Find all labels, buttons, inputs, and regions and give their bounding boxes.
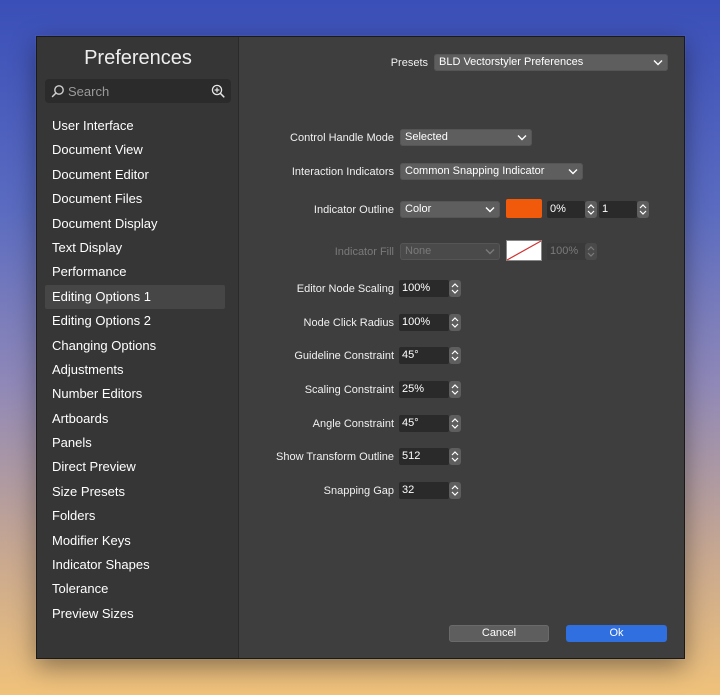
chevron-down-icon — [568, 169, 578, 175]
search-input[interactable] — [68, 83, 208, 99]
sidebar-item-direct-preview[interactable]: Direct Preview — [45, 455, 225, 479]
angle-constraint-label: Angle Constraint — [312, 418, 394, 430]
sidebar-item-number-editors[interactable]: Number Editors — [45, 382, 225, 406]
zoom-in-icon[interactable] — [211, 84, 225, 98]
presets-label: Presets — [390, 57, 428, 69]
search-icon — [51, 85, 64, 98]
indicator-outline-width-stepper[interactable] — [637, 201, 649, 218]
show-transform-outline-label: Show Transform Outline — [276, 451, 394, 463]
snapping-gap-field[interactable]: 32 — [399, 482, 449, 499]
preferences-window: Preferences User Interface Document View… — [36, 36, 685, 659]
guideline-constraint-stepper[interactable] — [449, 347, 461, 364]
control-handle-mode-label: Control Handle Mode — [290, 132, 394, 144]
presets-select[interactable]: BLD Vectorstyler Preferences — [434, 54, 668, 71]
sidebar-item-adjustments[interactable]: Adjustments — [45, 358, 225, 382]
presets-value: BLD Vectorstyler Preferences — [439, 56, 584, 68]
scaling-constraint-field[interactable]: 25% — [399, 381, 449, 398]
sidebar-item-user-interface[interactable]: User Interface — [45, 114, 225, 138]
stepper-arrows-icon — [451, 418, 459, 429]
sidebar-item-indicator-shapes[interactable]: Indicator Shapes — [45, 553, 225, 577]
sidebar-item-editing-options-1[interactable]: Editing Options 1 — [45, 284, 225, 310]
sidebar-item-changing-options[interactable]: Changing Options — [45, 334, 225, 358]
stepper-arrows-icon — [451, 317, 459, 328]
editor-node-scaling-field[interactable]: 100% — [399, 280, 449, 297]
guideline-constraint-field[interactable]: 45° — [399, 347, 449, 364]
stepper-arrows-icon — [451, 283, 459, 294]
chevron-down-icon — [485, 207, 495, 213]
indicator-fill-opacity-stepper[interactable] — [585, 243, 597, 260]
show-transform-outline-stepper[interactable] — [449, 448, 461, 465]
snapping-gap-stepper[interactable] — [449, 482, 461, 499]
indicator-fill-none-swatch[interactable] — [506, 240, 542, 261]
sidebar-item-document-view[interactable]: Document View — [45, 138, 225, 162]
interaction-indicators-value: Common Snapping Indicator — [405, 165, 545, 177]
sidebar-item-artboards[interactable]: Artboards — [45, 407, 225, 431]
search-box[interactable] — [45, 79, 231, 103]
interaction-indicators-label: Interaction Indicators — [291, 166, 394, 178]
sidebar-item-folders[interactable]: Folders — [45, 504, 225, 528]
indicator-outline-select[interactable]: Color — [400, 201, 500, 218]
indicator-fill-mode: None — [405, 245, 432, 257]
chevron-down-icon — [485, 249, 495, 255]
sidebar-item-document-display[interactable]: Document Display — [45, 212, 225, 236]
cancel-button[interactable]: Cancel — [449, 625, 549, 642]
stepper-arrows-icon — [451, 384, 459, 395]
indicator-outline-color-swatch[interactable] — [506, 199, 542, 218]
sidebar-item-panels[interactable]: Panels — [45, 431, 225, 455]
editor-node-scaling-stepper[interactable] — [449, 280, 461, 297]
stepper-arrows-icon — [451, 350, 459, 361]
node-click-radius-stepper[interactable] — [449, 314, 461, 331]
sidebar-item-document-editor[interactable]: Document Editor — [45, 163, 225, 187]
sidebar-item-modifier-keys[interactable]: Modifier Keys — [45, 529, 225, 553]
angle-constraint-stepper[interactable] — [449, 415, 461, 432]
editor-node-scaling-label: Editor Node Scaling — [296, 283, 394, 295]
indicator-fill-label: Indicator Fill — [334, 246, 394, 258]
sidebar-item-editing-options-2[interactable]: Editing Options 2 — [45, 309, 225, 333]
guideline-constraint-label: Guideline Constraint — [294, 350, 394, 362]
sidebar-nav: User Interface Document View Document Ed… — [45, 114, 225, 626]
chevron-down-icon — [653, 60, 663, 66]
indicator-outline-label: Indicator Outline — [313, 204, 394, 216]
indicator-fill-select[interactable]: None — [400, 243, 500, 260]
snapping-gap-label: Snapping Gap — [323, 485, 394, 497]
node-click-radius-label: Node Click Radius — [303, 317, 394, 329]
angle-constraint-field[interactable]: 45° — [399, 415, 449, 432]
show-transform-outline-field[interactable]: 512 — [399, 448, 449, 465]
control-handle-mode-value: Selected — [405, 131, 448, 143]
indicator-outline-mode: Color — [405, 203, 432, 215]
indicator-outline-width-field[interactable]: 1 — [599, 201, 637, 218]
indicator-outline-opacity-stepper[interactable] — [585, 201, 597, 218]
sidebar-item-preview-sizes[interactable]: Preview Sizes — [45, 602, 225, 626]
indicator-outline-opacity-field[interactable]: 0% — [547, 201, 585, 218]
node-click-radius-field[interactable]: 100% — [399, 314, 449, 331]
sidebar-title: Preferences — [84, 47, 192, 69]
sidebar-item-text-display[interactable]: Text Display — [45, 236, 225, 260]
stepper-arrows-icon — [451, 485, 459, 496]
stepper-arrows-icon — [587, 246, 595, 257]
scaling-constraint-stepper[interactable] — [449, 381, 461, 398]
stepper-arrows-icon — [451, 451, 459, 462]
sidebar-item-size-presets[interactable]: Size Presets — [45, 480, 225, 504]
control-handle-mode-select[interactable]: Selected — [400, 129, 532, 146]
sidebar-item-performance[interactable]: Performance — [45, 260, 225, 284]
sidebar-item-document-files[interactable]: Document Files — [45, 187, 225, 211]
stepper-arrows-icon — [587, 204, 595, 215]
scaling-constraint-label: Scaling Constraint — [304, 384, 394, 396]
sidebar: Preferences User Interface Document View… — [37, 37, 239, 658]
chevron-down-icon — [517, 135, 527, 141]
interaction-indicators-select[interactable]: Common Snapping Indicator — [400, 163, 583, 180]
sidebar-item-tolerance[interactable]: Tolerance — [45, 577, 225, 601]
stepper-arrows-icon — [639, 204, 647, 215]
ok-button[interactable]: Ok — [566, 625, 667, 642]
main-panel: Presets BLD Vectorstyler Preferences Con… — [239, 37, 684, 658]
